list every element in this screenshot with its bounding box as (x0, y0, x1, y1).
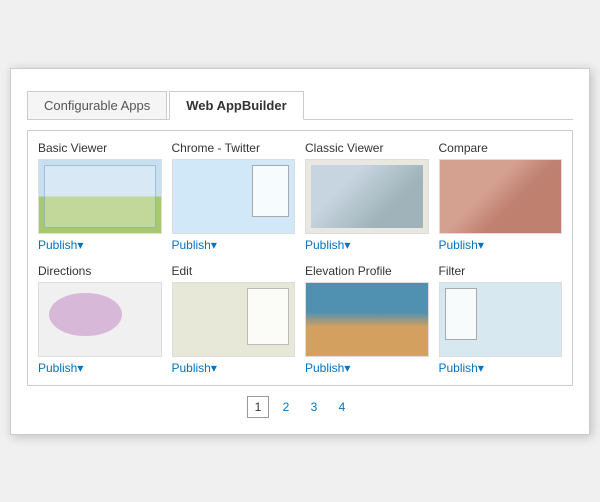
make-web-application-dialog: Configurable Apps Web AppBuilder Basic V… (10, 68, 590, 435)
app-name-filter: Filter (439, 264, 563, 278)
app-item-chrome-twitter: Chrome - Twitter Publish▾ (172, 141, 296, 252)
app-item-elevation-profile: Elevation Profile Publish▾ (305, 264, 429, 375)
page-button-1[interactable]: 1 (247, 396, 269, 418)
app-thumbnail-compare[interactable] (439, 159, 563, 234)
publish-link-directions[interactable]: Publish▾ (38, 361, 162, 375)
app-name-compare: Compare (439, 141, 563, 155)
tab-bar: Configurable Apps Web AppBuilder (27, 91, 573, 120)
apps-grid-container: Basic Viewer Publish▾ Chrome - Twitter Publ… (27, 130, 573, 386)
page-button-3[interactable]: 3 (303, 396, 325, 418)
app-name-classic-viewer: Classic Viewer (305, 141, 429, 155)
app-name-edit: Edit (172, 264, 296, 278)
app-thumbnail-elevation-profile[interactable] (305, 282, 429, 357)
tab-configurable-apps[interactable]: Configurable Apps (27, 91, 167, 119)
app-thumbnail-basic-viewer[interactable] (38, 159, 162, 234)
app-name-elevation-profile: Elevation Profile (305, 264, 429, 278)
publish-link-chrome-twitter[interactable]: Publish▾ (172, 238, 296, 252)
app-thumbnail-edit[interactable] (172, 282, 296, 357)
app-thumbnail-directions[interactable] (38, 282, 162, 357)
page-button-2[interactable]: 2 (275, 396, 297, 418)
app-item-directions: Directions Publish▾ (38, 264, 162, 375)
publish-link-basic-viewer[interactable]: Publish▾ (38, 238, 162, 252)
app-name-basic-viewer: Basic Viewer (38, 141, 162, 155)
app-thumbnail-classic-viewer[interactable] (305, 159, 429, 234)
app-thumbnail-filter[interactable] (439, 282, 563, 357)
app-thumbnail-chrome-twitter[interactable] (172, 159, 296, 234)
app-name-chrome-twitter: Chrome - Twitter (172, 141, 296, 155)
publish-link-compare[interactable]: Publish▾ (439, 238, 563, 252)
app-item-edit: Edit Publish▾ (172, 264, 296, 375)
publish-link-elevation-profile[interactable]: Publish▾ (305, 361, 429, 375)
apps-grid: Basic Viewer Publish▾ Chrome - Twitter Publ… (38, 141, 562, 375)
app-item-filter: Filter Publish▾ (439, 264, 563, 375)
app-item-classic-viewer: Classic Viewer Publish▾ (305, 141, 429, 252)
pagination: 1234 (27, 396, 573, 418)
app-item-compare: Compare Publish▾ (439, 141, 563, 252)
app-name-directions: Directions (38, 264, 162, 278)
publish-link-classic-viewer[interactable]: Publish▾ (305, 238, 429, 252)
app-item-basic-viewer: Basic Viewer Publish▾ (38, 141, 162, 252)
tab-web-appbuilder[interactable]: Web AppBuilder (169, 91, 303, 120)
publish-link-filter[interactable]: Publish▾ (439, 361, 563, 375)
publish-link-edit[interactable]: Publish▾ (172, 361, 296, 375)
page-button-4[interactable]: 4 (331, 396, 353, 418)
